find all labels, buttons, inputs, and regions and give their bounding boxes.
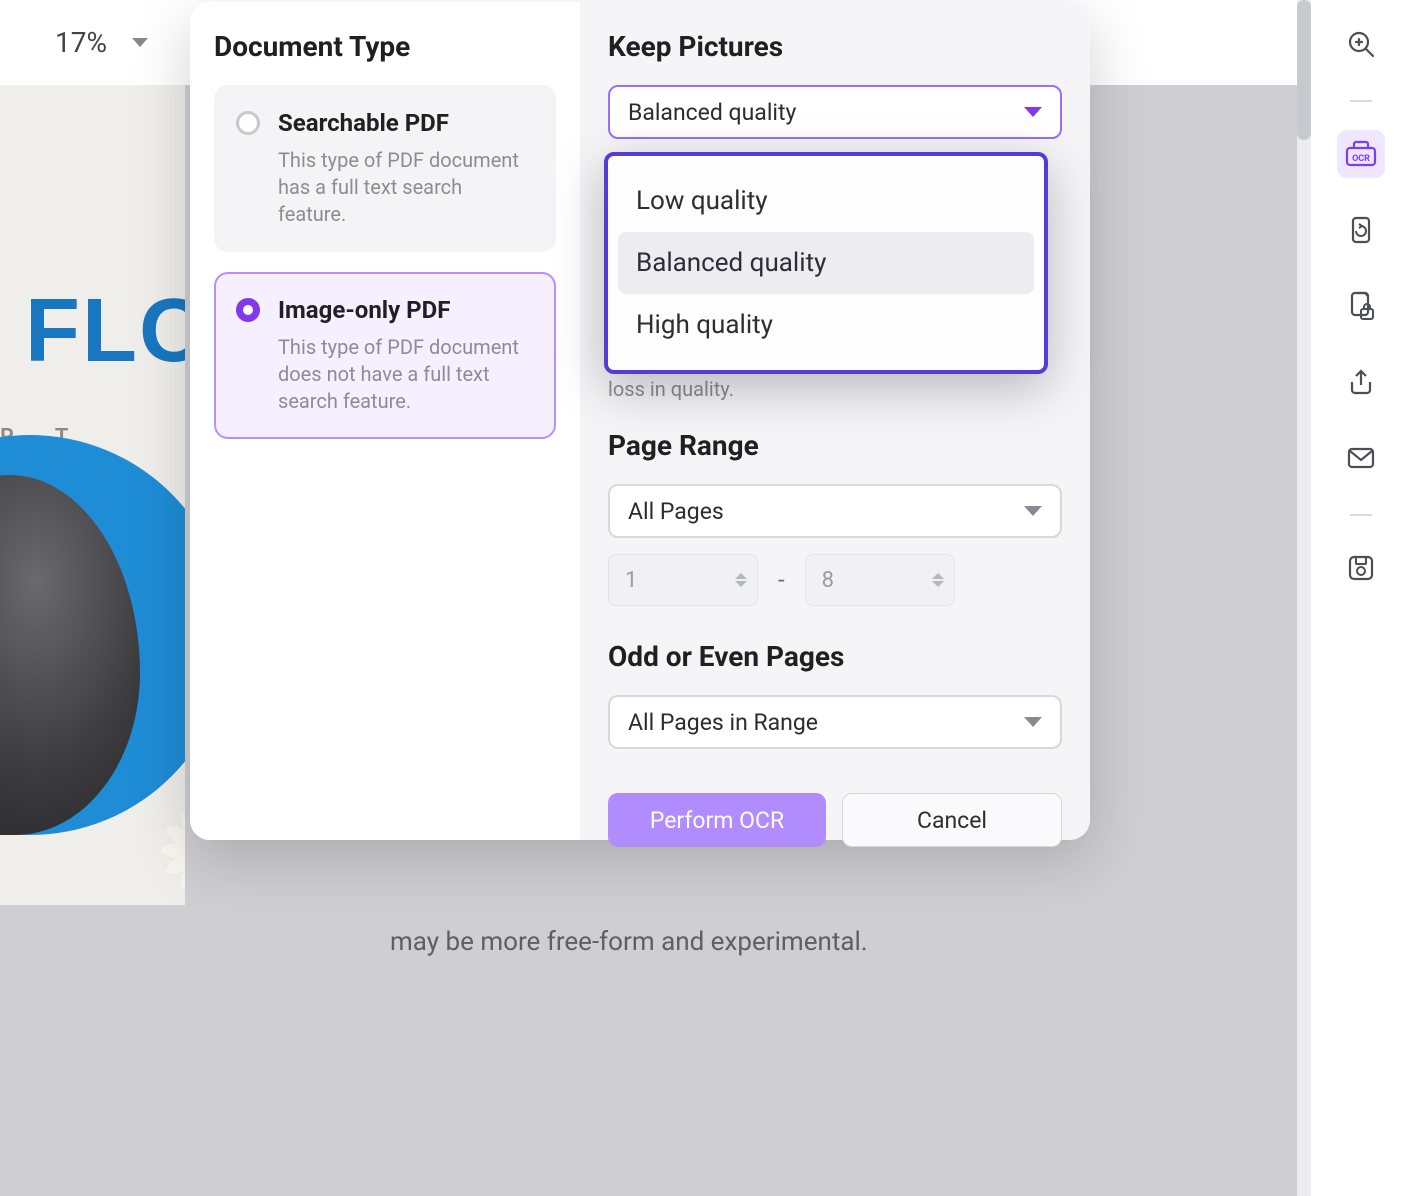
select-value: Balanced quality xyxy=(628,99,796,126)
quality-option-low[interactable]: Low quality xyxy=(618,170,1034,232)
document-type-section: Document Type Searchable PDF This type o… xyxy=(190,2,580,840)
quality-option-balanced[interactable]: Balanced quality xyxy=(618,232,1034,294)
ocr-right-section: Keep Pictures Balanced quality Low quali… xyxy=(580,2,1090,840)
keep-pictures-select[interactable]: Balanced quality xyxy=(608,85,1062,139)
doc-type-option-image-only[interactable]: Image-only PDF This type of PDF document… xyxy=(214,272,556,439)
page-to-input[interactable]: 8 xyxy=(805,554,955,606)
preview-headline-fragment: FLO xyxy=(25,280,185,383)
option-title: Image-only PDF xyxy=(278,296,534,324)
page-range-select[interactable]: All Pages xyxy=(608,484,1062,538)
rotate-icon xyxy=(1346,214,1376,246)
sidebar-divider xyxy=(1350,100,1372,102)
lock-document-icon xyxy=(1346,290,1376,322)
ocr-tool-button[interactable]: OCR xyxy=(1337,130,1385,178)
keep-pictures-note: loss in quality. xyxy=(608,375,1062,403)
document-type-heading: Document Type xyxy=(214,30,556,63)
rotate-tool-button[interactable] xyxy=(1337,206,1385,254)
page-to-value: 8 xyxy=(822,568,834,593)
range-dash: - xyxy=(778,566,785,594)
ocr-settings-panel: Document Type Searchable PDF This type o… xyxy=(190,2,1090,840)
share-icon xyxy=(1346,367,1376,397)
perform-ocr-button[interactable]: Perform OCR xyxy=(608,793,826,847)
radio-icon xyxy=(236,111,260,135)
email-icon xyxy=(1346,445,1376,471)
zoom-level-dropdown[interactable]: 17% xyxy=(55,26,148,59)
scrollbar-thumb[interactable] xyxy=(1297,0,1311,140)
zoom-out-button[interactable] xyxy=(0,23,10,63)
page-range-heading: Page Range xyxy=(608,429,1062,462)
search-icon xyxy=(1345,28,1377,60)
page-from-value: 1 xyxy=(625,568,637,593)
radio-icon xyxy=(236,298,260,322)
protect-tool-button[interactable] xyxy=(1337,282,1385,330)
sidebar-divider xyxy=(1350,514,1372,516)
right-sidebar: OCR xyxy=(1311,0,1411,1196)
cancel-button[interactable]: Cancel xyxy=(842,793,1062,847)
ocr-icon: OCR xyxy=(1344,139,1378,169)
share-tool-button[interactable] xyxy=(1337,358,1385,406)
option-description: This type of PDF document has a full tex… xyxy=(278,147,534,228)
email-tool-button[interactable] xyxy=(1337,434,1385,482)
chevron-down-icon xyxy=(1024,717,1042,727)
preview-graphic-flower xyxy=(160,805,185,895)
doc-type-option-searchable[interactable]: Searchable PDF This type of PDF document… xyxy=(214,85,556,252)
stepper-arrows-icon xyxy=(735,573,747,587)
search-tool-button[interactable] xyxy=(1337,20,1385,68)
chevron-down-icon xyxy=(1024,506,1042,516)
odd-even-select[interactable]: All Pages in Range xyxy=(608,695,1062,749)
page-range-custom-row: 1 - 8 xyxy=(608,554,1062,606)
quality-option-high[interactable]: High quality xyxy=(618,294,1034,356)
select-value: All Pages in Range xyxy=(628,709,818,736)
svg-text:OCR: OCR xyxy=(1352,154,1370,164)
keep-pictures-dropdown: Low quality Balanced quality High qualit… xyxy=(604,152,1048,374)
page-from-input[interactable]: 1 xyxy=(608,554,758,606)
action-buttons-row: Perform OCR Cancel xyxy=(608,793,1062,847)
keep-pictures-heading: Keep Pictures xyxy=(608,30,1062,63)
zoom-level-value: 17% xyxy=(55,26,107,59)
option-title: Searchable PDF xyxy=(278,109,534,137)
chevron-down-icon xyxy=(132,38,148,47)
select-value: All Pages xyxy=(628,498,724,525)
document-page-preview: FLO R T xyxy=(0,85,185,905)
vertical-scrollbar[interactable] xyxy=(1297,0,1311,1196)
save-tool-button[interactable] xyxy=(1337,544,1385,592)
save-icon xyxy=(1346,553,1376,583)
stepper-arrows-icon xyxy=(932,573,944,587)
odd-even-heading: Odd or Even Pages xyxy=(608,640,1062,673)
chevron-down-icon xyxy=(1024,107,1042,117)
option-description: This type of PDF document does not have … xyxy=(278,334,534,415)
preview-body-text-fragment: may be more free-form and experimental. xyxy=(390,927,868,957)
